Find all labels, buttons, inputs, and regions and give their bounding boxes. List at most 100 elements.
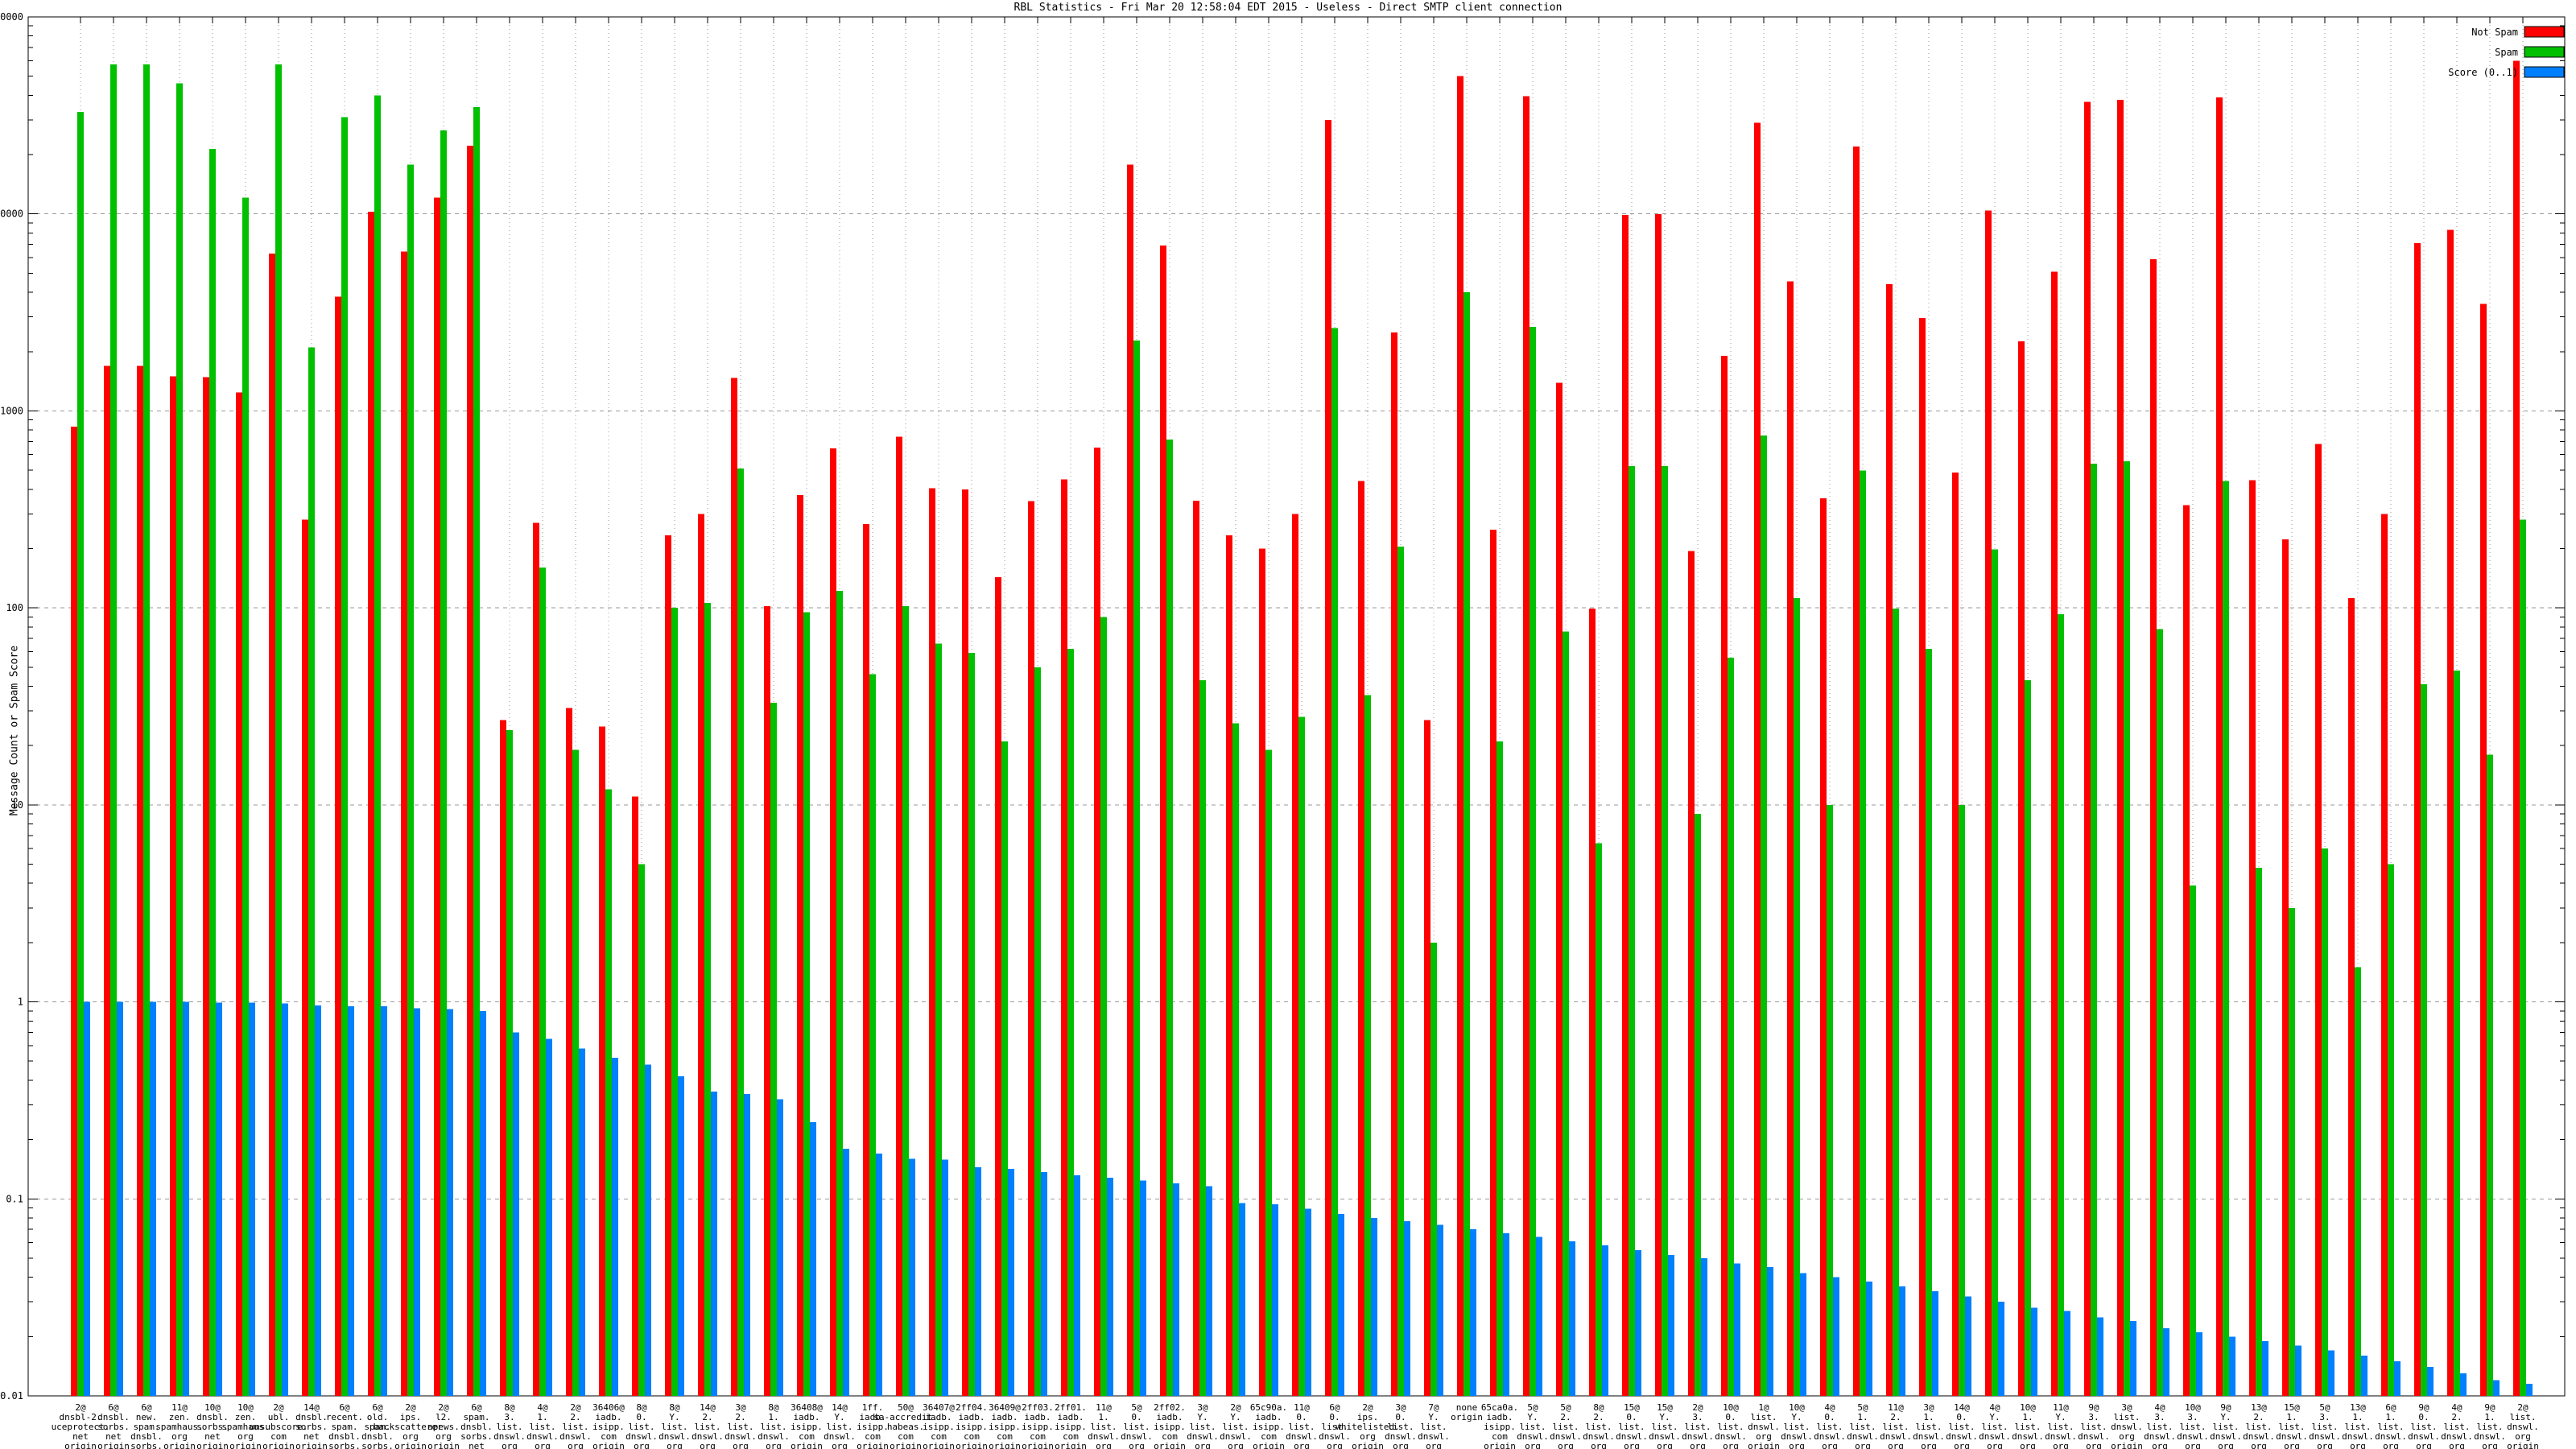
x-axis-label: 36409@iadb.isipp.comorigin: [989, 1402, 1021, 1449]
bar-not-spam: [1061, 479, 1067, 1396]
bar-spam: [2454, 671, 2460, 1396]
x-axis-label: 11@2.list.dnswl.orgorigin: [1880, 1402, 1912, 1449]
bar-score: [1569, 1241, 1575, 1396]
bar-score: [612, 1058, 618, 1396]
bar-spam: [1067, 649, 1074, 1396]
x-axis-label: 13@1.list.dnswl.orgorigin: [2342, 1402, 2374, 1449]
x-axis-label: 11@Y.list.dnswl.orgorigin: [2045, 1402, 2077, 1449]
bar-not-spam: [929, 488, 935, 1396]
bar-score: [1899, 1286, 1905, 1396]
bar-spam: [341, 117, 348, 1396]
rbl-statistics-chart: RBL Statistics - Fri Mar 20 12:58:04 EDT…: [0, 0, 2576, 1449]
bar-score: [183, 1002, 189, 1396]
bar-score: [2361, 1356, 2368, 1396]
bar-spam: [242, 197, 249, 1396]
bar-score: [1338, 1214, 1344, 1396]
bar-score: [2229, 1336, 2235, 1396]
bar-not-spam: [2447, 230, 2454, 1396]
bar-score: [1404, 1221, 1410, 1396]
x-axis-label: 2ff02.iadb.isipp.comorigin: [1154, 1402, 1186, 1449]
x-axis-label: noneorigin: [1451, 1402, 1483, 1422]
bar-not-spam: [2282, 539, 2289, 1396]
bar-spam: [1827, 805, 1833, 1396]
x-axis-label: 5@1.list.dnswl.orgorigin: [1847, 1402, 1879, 1449]
x-axis-label: 14@0.list.dnswl.orgorigin: [1946, 1402, 1978, 1449]
bar-spam: [1430, 943, 1437, 1396]
bar-not-spam: [1226, 535, 1232, 1396]
x-axis-label: 10@Y.list.dnswl.orgorigin: [1781, 1402, 1813, 1449]
x-axis-label: 1@list.dnswl.orgorigin: [1748, 1402, 1780, 1449]
bar-spam: [869, 675, 876, 1396]
bar-spam: [1265, 750, 1272, 1396]
bar-score: [2493, 1381, 2500, 1396]
bar-spam: [143, 64, 150, 1396]
bar-score: [1833, 1278, 1839, 1396]
bar-not-spam: [533, 523, 539, 1396]
bar-spam: [2355, 967, 2361, 1396]
bar-not-spam: [1259, 548, 1265, 1396]
x-axis-label: 3@2.list.dnswl.orgorigin: [724, 1402, 757, 1449]
x-axis-label: 2@list.dnswl.orgorigin: [2507, 1402, 2539, 1449]
bar-score: [447, 1009, 453, 1396]
bar-spam: [374, 95, 381, 1396]
bar-spam: [737, 469, 744, 1396]
bar-score: [1371, 1218, 1377, 1396]
bar-spam: [1695, 814, 1701, 1396]
x-axis-label: 36407@iadb.isipp.comorigin: [923, 1402, 955, 1449]
bar-score: [645, 1065, 651, 1396]
bar-not-spam: [2381, 514, 2388, 1396]
x-axis-label: 5@3.list.dnswl.orgorigin: [2309, 1402, 2341, 1449]
bar-not-spam: [1292, 514, 1298, 1396]
bar-score: [2394, 1361, 2401, 1396]
bar-spam: [1926, 649, 1932, 1396]
x-axis-label: 15@0.list.dnswl.orgorigin: [1616, 1402, 1648, 1449]
bar-score: [1173, 1183, 1179, 1396]
y-tick-label: 0.01: [0, 1390, 23, 1402]
x-axis-label: 9@Y.list.dnswl.orgorigin: [2210, 1402, 2242, 1449]
bar-not-spam: [1853, 147, 1860, 1396]
bar-score: [876, 1154, 882, 1396]
bar-score: [1965, 1296, 1971, 1396]
bar-spam: [77, 112, 84, 1396]
bar-not-spam: [1655, 214, 1662, 1396]
x-axis-label: 4@1.list.dnswl.orgorigin: [526, 1402, 559, 1449]
x-axis-label: 10@3.list.dnswl.orgorigin: [2177, 1402, 2209, 1449]
bar-spam: [1496, 741, 1503, 1396]
bar-not-spam: [731, 378, 737, 1396]
bar-spam: [110, 64, 117, 1396]
bar-score: [348, 1006, 354, 1396]
bar-score: [84, 1002, 90, 1396]
legend-label-spam: Spam: [2495, 47, 2518, 58]
x-axis-label: 15@1.list.dnswl.orgorigin: [2276, 1402, 2308, 1449]
bar-spam: [1463, 292, 1470, 1396]
bar-spam: [440, 130, 447, 1396]
bar-not-spam: [335, 297, 341, 1396]
x-axis-label: 6@recent.spam.dnsbl.sorbs.netorigin: [326, 1402, 363, 1449]
bar-not-spam: [2150, 259, 2157, 1396]
x-axis-label: 10@0.list.dnswl.orgorigin: [1715, 1402, 1747, 1449]
bar-score: [2130, 1321, 2136, 1396]
bar-spam: [902, 606, 909, 1396]
bar-not-spam: [962, 489, 968, 1396]
bar-score: [2460, 1373, 2467, 1396]
bar-not-spam: [2117, 100, 2124, 1396]
bar-score: [2295, 1346, 2301, 1396]
x-axis-label: 2ff01.iadb.isipp.comorigin: [1055, 1402, 1087, 1449]
bar-score: [546, 1038, 552, 1396]
bar-not-spam: [896, 436, 902, 1396]
bar-score: [579, 1048, 585, 1396]
bar-spam: [1860, 471, 1866, 1396]
bar-score: [2262, 1341, 2268, 1396]
bar-not-spam: [104, 366, 110, 1396]
legend-swatch: [2524, 67, 2564, 77]
bar-not-spam: [1424, 720, 1430, 1396]
bar-score: [1932, 1291, 1938, 1396]
bar-spam: [2058, 614, 2064, 1396]
bar-not-spam: [1556, 382, 1563, 1396]
bar-spam: [572, 750, 579, 1396]
bar-score: [1767, 1267, 1773, 1396]
bar-spam: [176, 84, 183, 1396]
bar-score: [480, 1011, 486, 1396]
x-axis-label: 5@0.list.dnswl.orgorigin: [1121, 1402, 1153, 1449]
bar-spam: [209, 149, 216, 1396]
